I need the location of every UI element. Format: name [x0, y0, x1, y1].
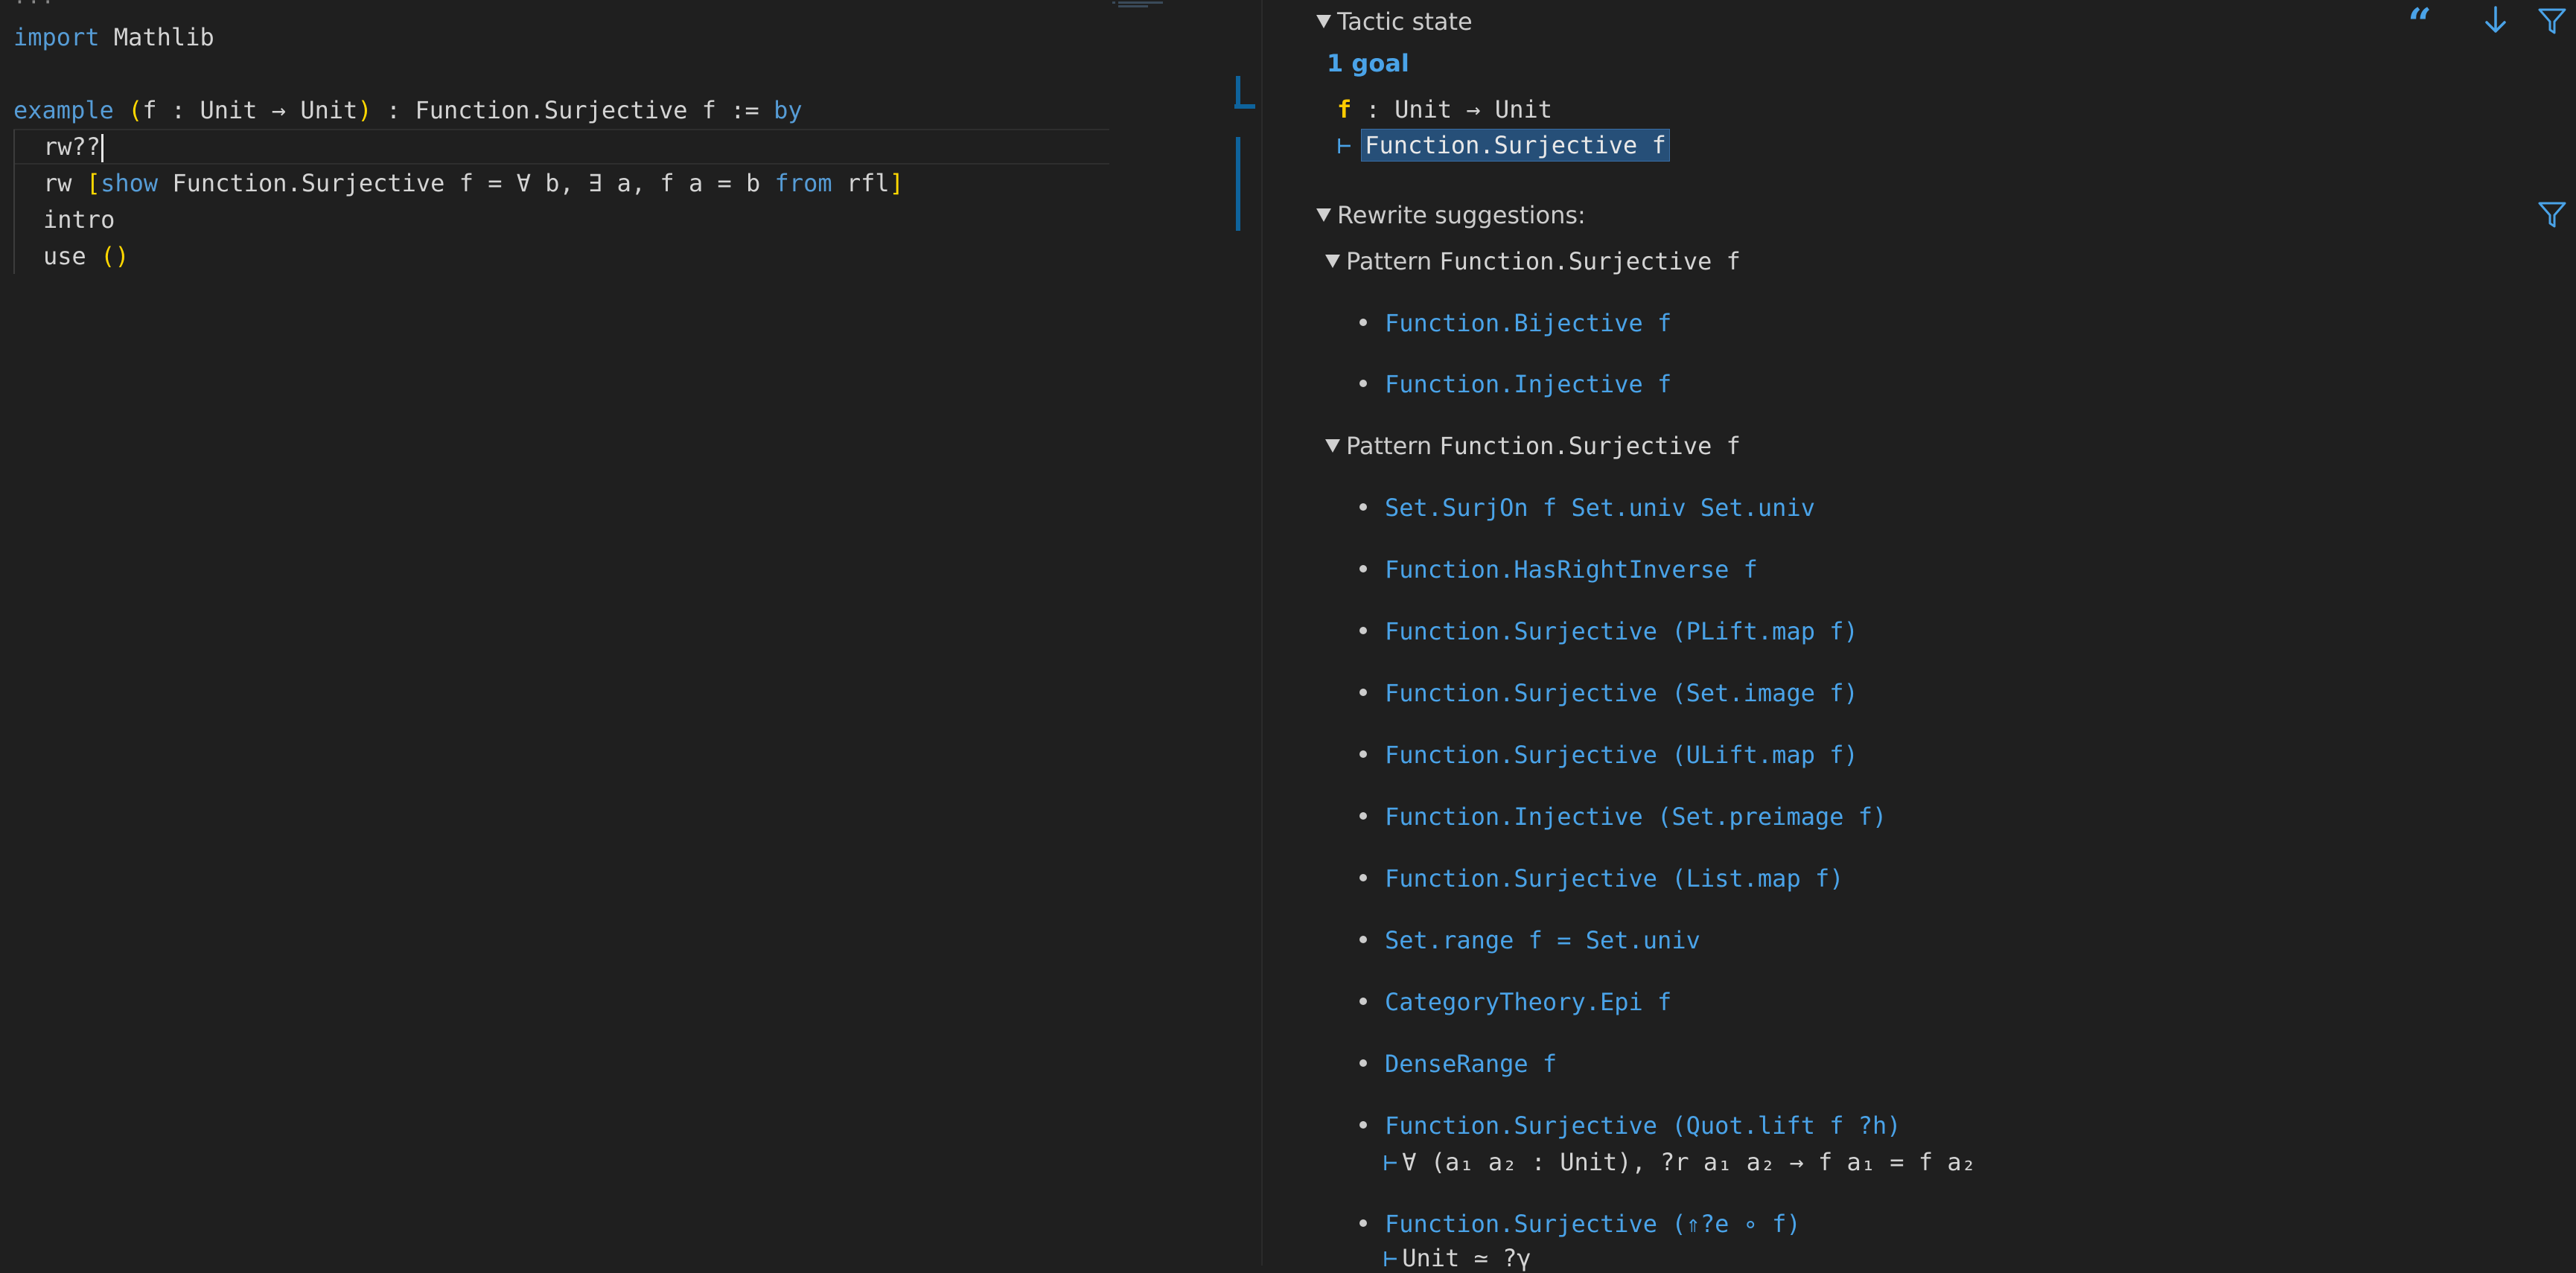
scrollbar-thumb[interactable] — [1236, 137, 1240, 231]
bullet — [1359, 503, 1367, 511]
bracket: ] — [889, 169, 904, 197]
turnstile: ⊢ — [1383, 1148, 1398, 1176]
keyword: by — [774, 96, 803, 124]
goal: ⊢ Function.Surjective f — [1337, 129, 1670, 162]
pane-divider[interactable] — [1261, 0, 1263, 1266]
code-text: : Function.Surjective f := — [372, 96, 774, 124]
suggestion-link[interactable]: Function.Surjective (⇑?e ∘ f) — [1385, 1209, 1801, 1239]
code-text: intro — [43, 205, 115, 234]
goal-expression[interactable]: Function.Surjective f — [1361, 129, 1670, 162]
code-line-7[interactable]: use () — [13, 238, 130, 274]
pattern-label: Pattern — [1346, 247, 1432, 275]
arrow-down-icon[interactable] — [2482, 6, 2509, 39]
suggestion-link[interactable]: Set.range f = Set.univ — [1385, 925, 1700, 955]
turnstile: ⊢ — [1337, 131, 1352, 159]
bullet — [1359, 750, 1367, 758]
folded-region-marker[interactable]: ··· — [13, 0, 56, 14]
turnstile: ⊢ — [1383, 1244, 1398, 1272]
rewrite-suggestions-header[interactable]: Rewrite suggestions: — [1316, 201, 1586, 229]
bullet — [1359, 565, 1367, 572]
side-goal-expression[interactable]: Unit ≃ ?γ — [1402, 1244, 1531, 1272]
goal-count: 1 goal — [1327, 49, 1409, 77]
suggestion-link[interactable]: Function.Injective f — [1385, 369, 1671, 399]
code-text: rw — [43, 169, 86, 197]
infoview-pane: “ Tactic state 1 goal f : Unit → Unit ⊢ F… — [1264, 0, 2576, 1272]
editor-scrollbar[interactable] — [1234, 0, 1255, 1266]
minimap-mark — [1118, 5, 1148, 7]
pattern-expression: Function.Surjective f — [1439, 432, 1741, 460]
bullet — [1359, 380, 1367, 387]
suggestion-link[interactable]: Function.Injective (Set.preimage f) — [1385, 802, 1887, 832]
suggestion-link[interactable]: Set.SurjOn f Set.univ Set.univ — [1385, 493, 1815, 523]
scrollbar-marker — [1234, 104, 1255, 109]
code-line-1[interactable]: import Mathlib — [13, 19, 214, 55]
code-text: f : Unit → Unit — [142, 96, 358, 124]
keyword: from — [774, 169, 832, 197]
pattern-group-header[interactable]: Pattern Function.Surjective f — [1325, 247, 1741, 275]
code-line-3[interactable]: example (f : Unit → Unit) : Function.Sur… — [13, 92, 803, 128]
bullet — [1359, 1219, 1367, 1227]
hypothesis: f : Unit → Unit — [1337, 95, 1552, 124]
bullet — [1359, 319, 1367, 326]
bullet — [1359, 1121, 1367, 1129]
minimap-mark — [1112, 1, 1115, 4]
bracket: ( — [128, 96, 143, 124]
editor-pane[interactable]: ··· import Mathlib example (f : Unit → U… — [0, 0, 1258, 1266]
quote-icon[interactable]: “ — [2408, 3, 2432, 45]
suggestion-link[interactable]: Function.Surjective (PLift.map f) — [1385, 616, 1858, 646]
filter-icon[interactable] — [2537, 7, 2567, 39]
bullet — [1359, 874, 1367, 881]
code-text: rw?? — [43, 133, 101, 161]
bullet — [1359, 1059, 1367, 1067]
code-text: rfl — [832, 169, 890, 197]
text-cursor — [101, 134, 104, 162]
pattern-label: Pattern — [1346, 432, 1432, 460]
section-title: Rewrite suggestions: — [1337, 201, 1586, 229]
bullet — [1359, 936, 1367, 943]
bracket: ( — [101, 242, 115, 270]
tactic-state-header[interactable]: Tactic state — [1316, 7, 1473, 36]
minimap[interactable] — [1112, 0, 1231, 10]
current-line-highlight — [13, 129, 1109, 165]
collapse-triangle-icon — [1325, 255, 1340, 268]
side-goal: ⊢ Unit ≃ ?γ — [1383, 1243, 1531, 1273]
keyword: example — [13, 96, 114, 124]
collapse-triangle-icon — [1325, 439, 1340, 453]
code-line-4[interactable]: rw?? — [13, 129, 104, 165]
suggestion-link[interactable]: Function.Bijective f — [1385, 308, 1671, 338]
suggestion-link[interactable]: Function.Surjective (ULift.map f) — [1385, 740, 1858, 770]
bracket: ) — [115, 242, 130, 270]
hypothesis-name[interactable]: f — [1337, 95, 1351, 124]
code-line-5[interactable]: rw [show Function.Surjective f = ∀ b, ∃ … — [13, 165, 904, 201]
side-goal: ⊢ ∀ (a₁ a₂ : Unit), ?r a₁ a₂ → f a₁ = f a… — [1383, 1147, 1976, 1177]
suggestion-link[interactable]: Function.Surjective (Set.image f) — [1385, 678, 1858, 708]
suggestion-link[interactable]: CategoryTheory.Epi f — [1385, 987, 1671, 1017]
code-text: Function.Surjective f = ∀ b, ∃ a, f a = … — [158, 169, 775, 197]
bracket: ) — [357, 96, 372, 124]
collapse-triangle-icon — [1316, 208, 1331, 222]
suggestion-link[interactable]: Function.Surjective (List.map f) — [1385, 864, 1844, 893]
bullet — [1359, 627, 1367, 634]
keyword: show — [101, 169, 159, 197]
hypothesis-type[interactable]: : Unit → Unit — [1351, 95, 1552, 124]
bullet — [1359, 998, 1367, 1005]
bullet — [1359, 689, 1367, 696]
side-goal-expression[interactable]: ∀ (a₁ a₂ : Unit), ?r a₁ a₂ → f a₁ = f a₂ — [1402, 1148, 1976, 1176]
filter-icon[interactable] — [2537, 201, 2567, 232]
suggestion-link[interactable]: Function.Surjective (Quot.lift f ?h) — [1385, 1111, 1901, 1140]
section-title: Tactic state — [1337, 7, 1473, 36]
bracket: [ — [86, 169, 101, 197]
minimap-mark — [1118, 1, 1163, 4]
keyword: import — [13, 23, 100, 51]
code-line-6[interactable]: intro — [13, 202, 115, 237]
suggestion-link[interactable]: Function.HasRightInverse f — [1385, 555, 1758, 584]
pattern-group-header[interactable]: Pattern Function.Surjective f — [1325, 432, 1741, 460]
code-text: use — [43, 242, 101, 270]
bullet — [1359, 812, 1367, 820]
collapse-triangle-icon — [1316, 15, 1331, 28]
code-text: Mathlib — [99, 23, 214, 51]
pattern-expression: Function.Surjective f — [1439, 247, 1741, 275]
suggestion-link[interactable]: DenseRange f — [1385, 1049, 1557, 1079]
